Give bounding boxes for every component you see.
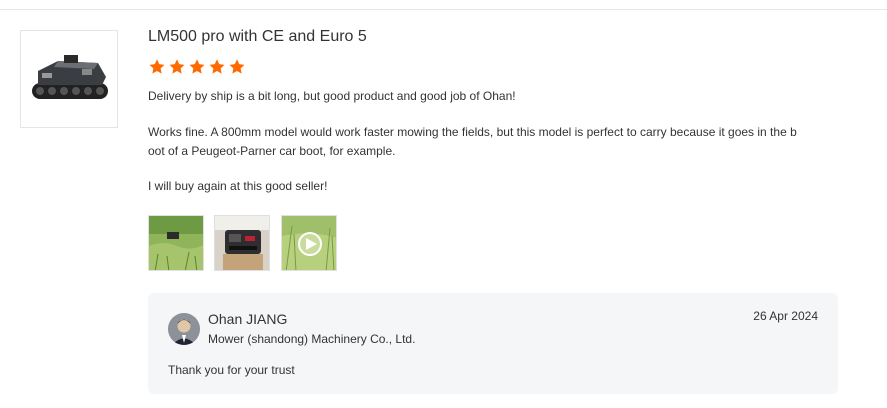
reply-date: 26 Apr 2024 [753,309,818,323]
video-mowing-field-icon [282,216,336,270]
star-icon [169,59,185,74]
star-icon [209,59,225,74]
review-photo-1[interactable] [148,215,204,271]
photo-mower-in-car-icon [215,216,269,270]
seller-reply-box: Ohan JIANG Mower (shandong) Machinery Co… [148,293,838,394]
review-product-title[interactable]: LM500 pro with CE and Euro 5 [148,28,367,46]
robot-mower-icon [32,55,108,99]
star-icon [229,59,245,74]
review-text-line: oot of a Peugeot-Parner car boot, for ex… [148,144,396,158]
reply-text: Thank you for your trust [168,363,295,377]
review-photo-2[interactable] [214,215,270,271]
star-icon [189,59,205,74]
seller-avatar-icon [168,313,200,345]
review-text-line: I will buy again at this good seller! [148,179,328,193]
top-divider [0,9,887,10]
star-rating [148,58,246,76]
seller-company[interactable]: Mower (shandong) Machinery Co., Ltd. [208,332,415,346]
avatar [168,313,200,345]
product-thumbnail[interactable] [20,30,118,128]
review-video-3[interactable] [281,215,337,271]
review-text-line: Delivery by ship is a bit long, but good… [148,89,516,103]
star-icon [149,59,165,74]
seller-name: Ohan JIANG [208,311,288,327]
review-text-line: Works fine. A 800mm model would work fas… [148,125,797,139]
photo-grass-mower-icon [149,216,203,270]
